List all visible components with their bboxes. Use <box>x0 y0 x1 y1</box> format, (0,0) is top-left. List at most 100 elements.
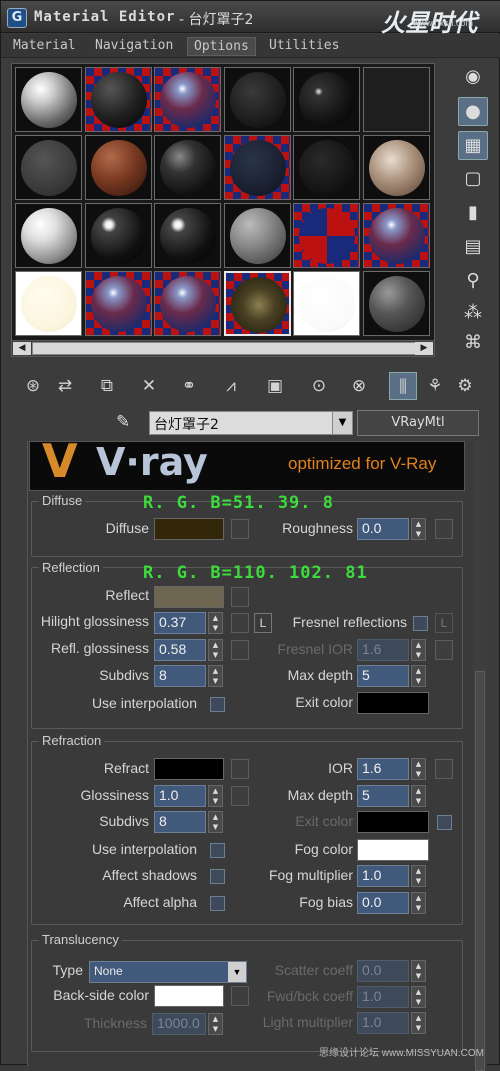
rollout-vertical-scrollbar[interactable] <box>473 441 487 1071</box>
spinner-arrows-icon[interactable]: ▲ ▼ <box>411 665 426 687</box>
refract-map-button[interactable] <box>231 759 249 779</box>
menu-material[interactable]: Material <box>7 37 82 56</box>
material-slot[interactable] <box>154 271 221 336</box>
spinner-arrows-icon[interactable]: ▲ ▼ <box>411 865 426 887</box>
refract-color-swatch[interactable] <box>154 758 224 780</box>
menu-utilities[interactable]: Utilities <box>263 37 345 56</box>
material-slot[interactable] <box>154 67 221 132</box>
backlight-icon[interactable]: ● <box>458 97 488 126</box>
get-material-icon[interactable]: ⊛ <box>19 372 47 400</box>
go-to-parent-icon[interactable]: ⫼ <box>389 372 417 400</box>
spinner-arrows-icon[interactable]: ▲ ▼ <box>411 785 426 807</box>
material-slot[interactable] <box>362 203 430 268</box>
affect-alpha-checkbox[interactable] <box>210 896 225 911</box>
spinner-arrows-icon[interactable]: ▲ ▼ <box>208 665 223 687</box>
refl-exit-color-swatch[interactable] <box>357 692 429 714</box>
make-preview-icon[interactable]: ▤ <box>458 233 488 262</box>
refr-exit-color-checkbox[interactable] <box>437 815 452 830</box>
sample-uv-tiling-icon[interactable]: ▢ <box>458 165 488 194</box>
scroll-left-icon[interactable]: ◀ <box>13 342 31 355</box>
fresnel-ior-map-button[interactable] <box>435 640 453 660</box>
spinner-arrows-icon[interactable]: ▲ ▼ <box>208 785 223 807</box>
background-checker-icon[interactable]: ▦ <box>458 131 488 160</box>
menu-navigation[interactable]: Navigation <box>89 37 179 56</box>
refl-gloss-map-button[interactable] <box>231 640 249 660</box>
material-type-button[interactable]: VRayMtl <box>357 410 479 436</box>
assign-to-selection-icon[interactable]: ⧉ <box>93 372 121 400</box>
spinner-arrows-icon[interactable]: ▲ ▼ <box>411 892 426 914</box>
material-slot[interactable] <box>15 135 82 200</box>
material-slot[interactable] <box>15 67 82 132</box>
make-unique-icon[interactable]: ⚭ <box>175 372 203 400</box>
ior-map-button[interactable] <box>435 759 453 779</box>
refr-use-interpolation-checkbox[interactable] <box>210 843 225 858</box>
show-map-in-viewport-icon[interactable]: ⊙ <box>305 372 333 400</box>
spinner-arrows-icon[interactable]: ▲ ▼ <box>411 1012 426 1034</box>
material-name-field[interactable]: 台灯罩子2 ▼ <box>149 411 353 435</box>
chevron-down-icon[interactable]: ▼ <box>228 962 246 982</box>
sample-type-icon[interactable]: ◉ <box>458 63 488 92</box>
scroll-thumb[interactable] <box>475 671 485 1071</box>
spinner-arrows-icon[interactable]: ▲ ▼ <box>411 639 426 661</box>
reflect-color-swatch[interactable] <box>154 586 224 608</box>
refr-exit-color-swatch[interactable] <box>357 811 429 833</box>
material-slot[interactable] <box>84 203 152 268</box>
spinner-arrows-icon[interactable]: ▲ ▼ <box>208 1013 223 1035</box>
material-slot[interactable] <box>362 271 430 336</box>
diffuse-color-swatch[interactable] <box>154 518 224 540</box>
spinner-arrows-icon[interactable]: ▲ ▼ <box>411 758 426 780</box>
eyedropper-icon[interactable]: ✎ <box>116 412 138 434</box>
material-slot[interactable] <box>223 135 291 200</box>
material-slot[interactable] <box>293 67 360 132</box>
material-slot[interactable] <box>84 271 152 336</box>
material-slot[interactable] <box>154 135 221 200</box>
fresnel-checkbox[interactable] <box>413 616 428 631</box>
put-to-scene-icon[interactable]: ⇄ <box>51 372 79 400</box>
spinner-arrows-icon[interactable]: ▲ ▼ <box>208 639 223 661</box>
material-map-navigator-icon[interactable]: ⌘ <box>458 329 488 358</box>
fog-color-swatch[interactable] <box>357 839 429 861</box>
hilight-lock-button[interactable]: L <box>254 613 272 633</box>
chevron-down-icon[interactable]: ▼ <box>332 412 352 434</box>
go-forward-icon[interactable]: ⚘ <box>421 372 449 400</box>
hilight-map-button[interactable] <box>231 613 249 633</box>
spinner-arrows-icon[interactable]: ▲ ▼ <box>411 518 426 540</box>
video-color-check-icon[interactable]: ▮ <box>458 199 488 228</box>
fresnel-lock-button[interactable]: L <box>435 613 453 633</box>
pick-material-icon[interactable]: ⚙ <box>451 372 479 400</box>
material-slot[interactable] <box>223 67 291 132</box>
refr-gloss-map-button[interactable] <box>231 786 249 806</box>
material-slot[interactable] <box>15 203 82 268</box>
material-slot[interactable] <box>293 135 360 200</box>
material-slot[interactable] <box>154 203 221 268</box>
material-slot[interactable] <box>362 135 430 200</box>
options-icon[interactable]: ⚲ <box>458 267 488 296</box>
material-slot[interactable] <box>84 67 152 132</box>
select-by-material-icon[interactable]: ⁂ <box>458 299 488 328</box>
scroll-right-icon[interactable]: ▶ <box>415 342 433 355</box>
affect-shadows-checkbox[interactable] <box>210 869 225 884</box>
scroll-thumb[interactable] <box>32 342 416 355</box>
translucency-type-select[interactable]: None ▼ <box>89 961 247 983</box>
spinner-arrows-icon[interactable]: ▲ ▼ <box>208 612 223 634</box>
material-slot[interactable] <box>223 203 291 268</box>
material-slot[interactable] <box>362 67 430 132</box>
backside-color-swatch[interactable] <box>154 985 224 1007</box>
refl-use-interpolation-checkbox[interactable] <box>210 697 225 712</box>
put-to-library-icon[interactable]: ⩘ <box>217 372 245 400</box>
app-icon[interactable]: G <box>7 8 27 28</box>
spinner-arrows-icon[interactable]: ▲ ▼ <box>411 986 426 1008</box>
reflect-map-button[interactable] <box>231 587 249 607</box>
reset-map-icon[interactable]: ✕ <box>135 372 163 400</box>
spinner-arrows-icon[interactable]: ▲ ▼ <box>208 811 223 833</box>
spinner-arrows-icon[interactable]: ▲ ▼ <box>411 960 426 982</box>
slots-horizontal-scrollbar[interactable]: ◀ ▶ <box>11 340 435 357</box>
menu-options[interactable]: Options <box>187 37 256 56</box>
diffuse-map-button[interactable] <box>231 519 249 539</box>
show-end-result-icon[interactable]: ⊗ <box>345 372 373 400</box>
material-slot[interactable] <box>15 271 82 336</box>
material-slot[interactable] <box>293 203 360 268</box>
roughness-map-button[interactable] <box>435 519 453 539</box>
material-slot[interactable] <box>223 271 291 336</box>
material-slot[interactable] <box>84 135 152 200</box>
